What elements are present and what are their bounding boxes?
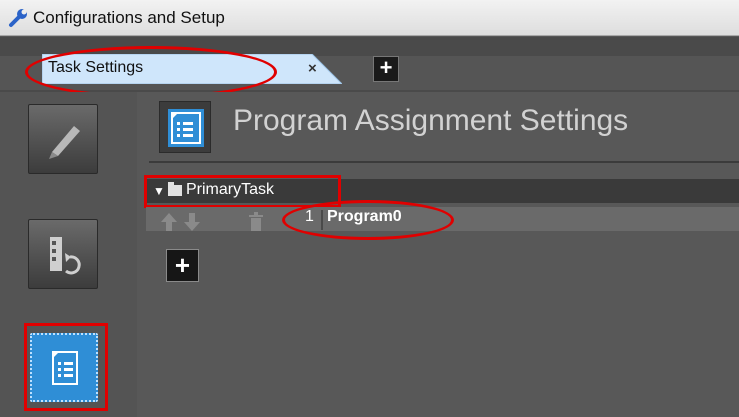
pencil-icon: [49, 126, 80, 159]
main-panel: Program Assignment Settings ▼ PrimaryTas…: [137, 92, 739, 417]
page-title: Program Assignment Settings: [233, 104, 629, 137]
io-refresh-icon: [50, 237, 81, 275]
tab-highlight-annotation: [25, 46, 277, 98]
app-window: Configurations and Setup Task Settings ×…: [0, 0, 739, 417]
program-highlight-annotation: [282, 200, 454, 240]
title-bar: Configurations and Setup: [0, 0, 739, 36]
io-refresh-button[interactable]: [28, 219, 98, 289]
wrench-icon: [9, 9, 27, 27]
trash-icon[interactable]: [248, 212, 264, 231]
add-program-button[interactable]: +: [166, 249, 199, 282]
move-down-arrow-icon[interactable]: [182, 211, 202, 233]
header-divider: [149, 161, 739, 163]
window-title: Configurations and Setup: [33, 8, 225, 27]
tab-close-button[interactable]: ×: [308, 60, 317, 77]
sidebar-highlight-annotation: [24, 323, 108, 411]
header-icon: [159, 101, 211, 153]
add-tab-button[interactable]: +: [373, 56, 399, 82]
task-highlight-annotation: [144, 175, 341, 208]
program-list-icon: [168, 109, 204, 147]
edit-button[interactable]: [28, 104, 98, 174]
move-up-arrow-icon[interactable]: [159, 211, 179, 233]
